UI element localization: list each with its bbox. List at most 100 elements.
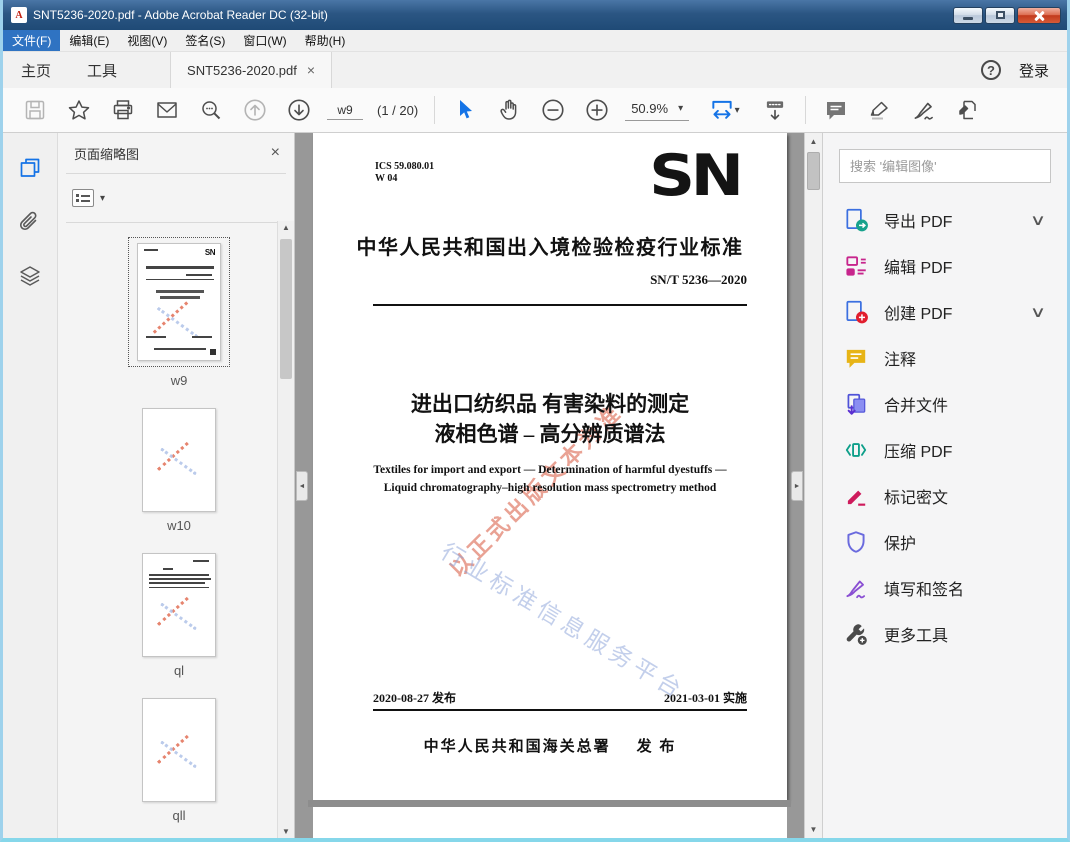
thumbnail-options-button[interactable] xyxy=(72,189,94,207)
tool-label: 编辑 PDF xyxy=(884,260,953,277)
tool-export-pdf[interactable]: 导出 PDF ∨ xyxy=(839,197,1051,243)
zoom-in-button[interactable] xyxy=(582,95,612,125)
tool-protect[interactable]: 保护 xyxy=(839,519,1051,565)
export-pdf-icon xyxy=(846,208,868,232)
comment-tool-button[interactable] xyxy=(821,95,851,125)
thumbnail-list: SN w9 w10 ql qll xyxy=(58,223,294,838)
save-icon xyxy=(25,100,45,120)
tool-create-pdf[interactable]: 创建 PDF ∨ xyxy=(839,289,1051,335)
thumbnail-image xyxy=(142,553,216,657)
tool-edit-pdf[interactable]: 编辑 PDF xyxy=(839,243,1051,289)
page-thumbnails-panel-button[interactable] xyxy=(17,155,43,181)
print-icon xyxy=(113,100,133,120)
scrolling-mode-button[interactable] xyxy=(760,95,790,125)
search-icon xyxy=(202,101,221,120)
thumbnail-page-1[interactable]: SN w9 xyxy=(128,237,230,388)
expand-right-panel-button[interactable]: ► xyxy=(791,471,803,501)
scrollbar-thumb[interactable] xyxy=(807,152,820,190)
tool-label: 更多工具 xyxy=(884,628,949,645)
tool-redact[interactable]: 标记密文 xyxy=(839,473,1051,519)
star-icon xyxy=(68,100,90,120)
highlight-tool-button[interactable] xyxy=(865,95,895,125)
maximize-button[interactable] xyxy=(985,6,1015,24)
tool-label: 压缩 PDF xyxy=(884,444,953,461)
page-thumbnails-icon xyxy=(20,158,40,177)
next-page-button[interactable] xyxy=(284,95,314,125)
zoom-out-button[interactable] xyxy=(538,95,568,125)
menu-file[interactable]: 文件(F) xyxy=(3,30,61,51)
tools-search-input[interactable] xyxy=(839,149,1051,183)
scroll-down-icon[interactable]: ▼ xyxy=(278,827,294,836)
sign-in-button[interactable]: 登录 xyxy=(1019,60,1049,81)
tab-document[interactable]: SNT5236-2020.pdf × xyxy=(170,52,333,88)
page-number-input[interactable] xyxy=(327,100,363,120)
scroll-down-icon[interactable]: ▼ xyxy=(805,825,822,834)
hand-tool-button[interactable] xyxy=(494,95,524,125)
scrolling-mode-icon xyxy=(766,101,784,121)
tool-fill-sign[interactable]: 填写和签名 xyxy=(839,565,1051,611)
save-button[interactable] xyxy=(20,95,50,125)
fit-width-button[interactable]: ▾ xyxy=(702,95,746,125)
paperclip-icon xyxy=(19,211,37,231)
title-bar: A SNT5236-2020.pdf - Adobe Acrobat Reade… xyxy=(3,0,1067,30)
attachments-panel-button[interactable] xyxy=(17,209,43,235)
document-title: 进出口纺织品 有害染料的测定 液相色谱 – 高分辨质谱法 xyxy=(410,392,690,446)
zoom-in-icon xyxy=(586,99,608,121)
tool-comment[interactable]: 注释 xyxy=(839,335,1051,381)
tool-compress-pdf[interactable]: 压缩 PDF xyxy=(839,427,1051,473)
scroll-up-icon[interactable]: ▲ xyxy=(278,223,294,232)
main-area: 页面缩略图 × ▾ SN w9 w10 ql qll ▲ ▼ ICS 59.08… xyxy=(3,133,1067,838)
chevron-down-icon[interactable]: ∨ xyxy=(1030,303,1055,321)
favorites-button[interactable] xyxy=(64,95,94,125)
fill-sign-tool-button[interactable] xyxy=(953,95,983,125)
menu-sign[interactable]: 签名(S) xyxy=(176,30,234,51)
thumbnails-scrollbar[interactable]: ▲ ▼ xyxy=(277,221,294,838)
tool-more-tools[interactable]: 更多工具 xyxy=(839,611,1051,657)
scroll-up-icon[interactable]: ▲ xyxy=(805,137,822,146)
thumbnails-panel: 页面缩略图 × ▾ SN w9 w10 ql qll ▲ ▼ xyxy=(58,133,295,838)
menu-edit[interactable]: 编辑(E) xyxy=(60,30,118,51)
protect-shield-icon xyxy=(847,531,865,553)
collapse-left-panel-button[interactable]: ◄ xyxy=(296,471,308,501)
print-button[interactable] xyxy=(108,95,138,125)
thumbnail-page-2[interactable]: w10 xyxy=(142,408,216,533)
chevron-down-icon[interactable]: ∨ xyxy=(1030,211,1055,229)
previous-page-button[interactable] xyxy=(240,95,270,125)
zoom-level-value: 50.9% xyxy=(631,101,669,116)
horizontal-rule xyxy=(373,709,747,711)
tool-label: 填写和签名 xyxy=(884,582,965,599)
zoom-level-dropdown[interactable]: 50.9% ▾ xyxy=(625,99,690,121)
options-dropdown-icon: ▾ xyxy=(100,192,106,204)
menu-help[interactable]: 帮助(H) xyxy=(296,30,355,51)
redact-icon xyxy=(847,490,866,506)
thumbnail-page-3[interactable]: ql xyxy=(142,553,216,678)
arrow-right-icon: ► xyxy=(793,482,801,490)
sn-logo: SN xyxy=(649,143,744,209)
date-row: 2020-08-27 发布 2021-03-01 实施 xyxy=(373,689,747,706)
select-tool-button[interactable] xyxy=(450,95,480,125)
document-title-english: Textiles for import and export — Determi… xyxy=(373,464,727,494)
tabbar-right: ? 登录 xyxy=(980,52,1067,88)
close-button[interactable] xyxy=(1017,6,1061,24)
menu-window[interactable]: 窗口(W) xyxy=(234,30,295,51)
thumbnail-label: qll xyxy=(172,808,186,823)
document-scrollbar[interactable]: ▲ ▼ xyxy=(804,133,822,838)
page-down-icon xyxy=(288,99,310,121)
layers-panel-button[interactable] xyxy=(17,263,43,289)
close-icon xyxy=(1034,10,1045,21)
scrollbar-thumb[interactable] xyxy=(280,239,292,379)
tool-combine-files[interactable]: 合并文件 xyxy=(839,381,1051,427)
thumbnail-page-4[interactable]: qll xyxy=(142,698,216,823)
help-icon[interactable]: ? xyxy=(980,60,1001,80)
thumbnail-selection-border: SN xyxy=(128,237,230,367)
tab-tools[interactable]: 工具 xyxy=(69,52,135,88)
menu-view[interactable]: 视图(V) xyxy=(118,30,176,51)
standard-number: SN/T 5236—2020 xyxy=(650,272,747,287)
tab-close-icon[interactable]: × xyxy=(307,62,315,78)
panel-close-icon[interactable]: × xyxy=(271,144,280,162)
tab-home[interactable]: 主页 xyxy=(3,52,69,88)
minimize-button[interactable] xyxy=(953,6,983,24)
email-button[interactable] xyxy=(152,95,182,125)
search-button[interactable] xyxy=(196,95,226,125)
sign-tool-button[interactable] xyxy=(909,95,939,125)
